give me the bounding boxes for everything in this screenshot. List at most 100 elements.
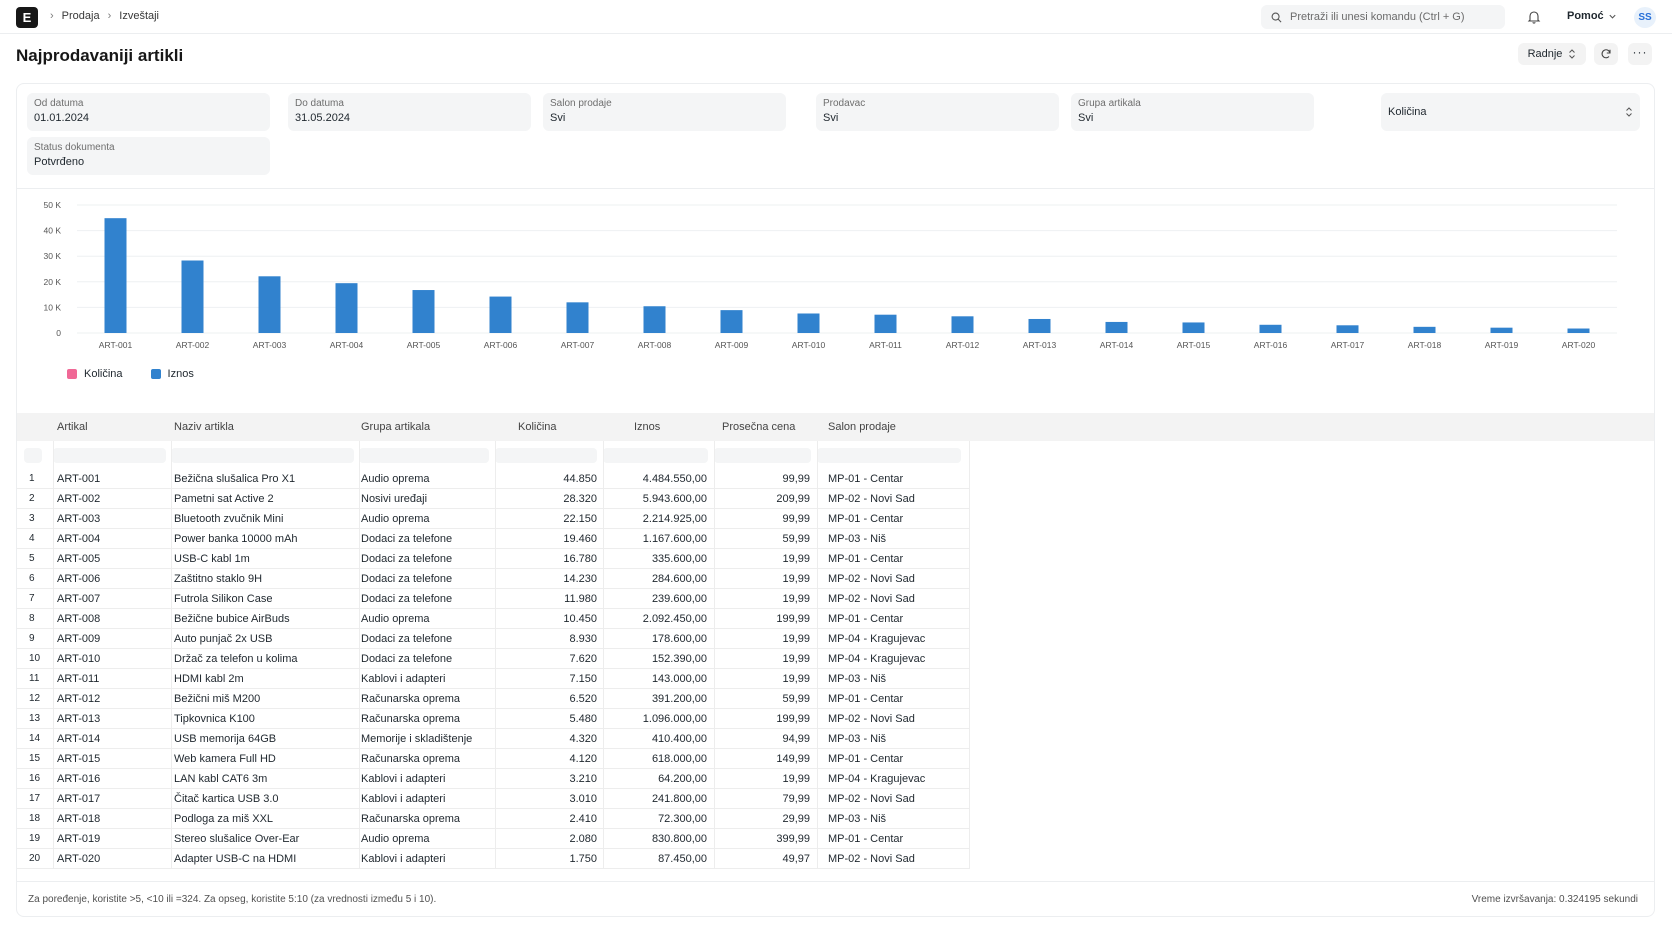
column-header-artikal[interactable]: Artikal (57, 421, 88, 433)
table-row[interactable]: 3 ART-003 Bluetooth zvučnik Mini Audio opre… (17, 509, 969, 529)
cell-amount: 2.214.925,00 (642, 513, 707, 525)
table-row[interactable]: 7 ART-007 Futrola Silikon Case Dodaci za te… (17, 589, 969, 609)
cell-store: MP-02 - Novi Sad (828, 493, 915, 505)
cell-store: MP-02 - Novi Sad (828, 713, 915, 725)
legend-item-kolicina[interactable]: Količina (67, 368, 123, 380)
column-header-salon[interactable]: Salon prodaje (828, 421, 896, 433)
help-dropdown[interactable]: Pomoć (1567, 10, 1617, 22)
breadcrumb-item-izvestaji[interactable]: Izveštaji (119, 10, 159, 22)
x-tick-label: ART-018 (1408, 340, 1442, 350)
search-input[interactable]: Pretraži ili unesi komandu (Ctrl + G) (1261, 5, 1505, 29)
table-row[interactable]: 1 ART-001 Bežična slušalica Pro X1 Audio op… (17, 469, 969, 489)
column-filter-input[interactable] (495, 448, 597, 463)
table-row[interactable]: 14 ART-014 USB memorija 64GB Memorije i skl… (17, 729, 969, 749)
column-filter-input[interactable] (24, 448, 42, 463)
filter-item-group[interactable]: Grupa artikala Svi (1071, 93, 1314, 131)
table-row[interactable]: 11 ART-011 HDMI kabl 2m Kablovi i adapteri 7… (17, 669, 969, 689)
table-row[interactable]: 13 ART-013 Tipkovnica K100 Računarska oprem… (17, 709, 969, 729)
x-tick-label: ART-001 (99, 340, 133, 350)
column-filter-input[interactable] (359, 448, 489, 463)
table-row[interactable]: 2 ART-002 Pametni sat Active 2 Nosivi uređa… (17, 489, 969, 509)
refresh-button[interactable] (1594, 43, 1618, 65)
column-header-iznos[interactable]: Iznos (634, 421, 660, 433)
cell-row-index: 14 (29, 733, 41, 744)
chart-legend: Količina Iznos (67, 368, 194, 380)
cell-amount: 241.800,00 (651, 793, 707, 805)
column-header-grupa[interactable]: Grupa artikala (361, 421, 430, 433)
filter-document-status[interactable]: Status dokumenta Potvrđeno (27, 137, 270, 175)
table-row[interactable]: 20 ART-020 Adapter USB-C na HDMI Kablovi i … (17, 849, 969, 869)
cell-amount: 391.200,00 (651, 693, 707, 705)
cell-item-group: Kablovi i adapteri (361, 793, 446, 805)
table-row[interactable]: 5 ART-005 USB-C kabl 1m Dodaci za telefone 1… (17, 549, 969, 569)
x-tick-label: ART-015 (1177, 340, 1211, 350)
x-tick-label: ART-004 (330, 340, 364, 350)
table-row[interactable]: 6 ART-006 Zaštitno staklo 9H Dodaci za tele… (17, 569, 969, 589)
avatar[interactable]: SS (1634, 7, 1656, 28)
cell-item-group: Dodaci za telefone (361, 553, 453, 565)
cell-quantity: 3.010 (569, 793, 597, 805)
column-header-kolicina[interactable]: Količina (518, 421, 557, 433)
cell-amount: 2.092.450,00 (642, 613, 707, 625)
chevron-right-icon: › (50, 10, 54, 22)
cell-amount: 618.000,00 (651, 753, 707, 765)
column-filter-input[interactable] (817, 448, 961, 463)
actions-button[interactable]: Radnje (1518, 43, 1586, 65)
cell-row-index: 1 (29, 473, 35, 484)
filter-from-date[interactable]: Od datuma 01.01.2024 (27, 93, 270, 131)
table-row[interactable]: 16 ART-016 LAN kabl CAT6 3m Kablovi i adapt… (17, 769, 969, 789)
table-row[interactable]: 10 ART-010 Držač za telefon u kolima Dodaci… (17, 649, 969, 669)
cell-item-name: Auto punjač 2x USB (174, 633, 273, 645)
table-row[interactable]: 8 ART-008 Bežične bubice AirBuds Audio opre… (17, 609, 969, 629)
cell-item-name: Zaštitno staklo 9H (174, 573, 263, 585)
cell-amount: 335.600,00 (651, 553, 707, 565)
table-row[interactable]: 9 ART-009 Auto punjač 2x USB Dodaci za tele… (17, 629, 969, 649)
cell-item-name: HDMI kabl 2m (174, 673, 244, 685)
table-row[interactable]: 19 ART-019 Stereo slušalice Over-Ear Audio … (17, 829, 969, 849)
notification-bell-icon[interactable] (1527, 10, 1541, 27)
cell-avg-price: 19,99 (782, 553, 810, 565)
column-divider (714, 441, 715, 869)
filter-salesperson[interactable]: Prodavac Svi (816, 93, 1059, 131)
cell-item-code: ART-005 (57, 553, 101, 565)
y-tick-label: 0 (56, 328, 61, 338)
table-row[interactable]: 4 ART-004 Power banka 10000 mAh Dodaci za t… (17, 529, 969, 549)
cell-avg-price: 149,99 (776, 753, 810, 765)
cell-item-group: Nosivi uređaji (361, 493, 428, 505)
column-filter-input[interactable] (714, 448, 811, 463)
cell-avg-price: 19,99 (782, 633, 810, 645)
cell-item-name: USB-C kabl 1m (174, 553, 250, 565)
cell-avg-price: 19,99 (782, 573, 810, 585)
y-tick-label: 10 K (44, 302, 62, 312)
filter-store[interactable]: Salon prodaje Svi (543, 93, 786, 131)
column-filter-input[interactable] (53, 448, 166, 463)
column-header-prosecna-cena[interactable]: Prosečna cena (722, 421, 795, 433)
column-filter-input[interactable] (603, 448, 708, 463)
table-row[interactable]: 12 ART-012 Bežični miš M200 Računarska opre… (17, 689, 969, 709)
cell-amount: 5.943.600,00 (642, 493, 707, 505)
filter-value: Potvrđeno (34, 156, 85, 168)
filter-to-date[interactable]: Do datuma 31.05.2024 (288, 93, 531, 131)
x-tick-label: ART-002 (176, 340, 210, 350)
cell-amount: 152.390,00 (651, 653, 707, 665)
table-row[interactable]: 17 ART-017 Čitač kartica USB 3.0 Kablovi i … (17, 789, 969, 809)
table-row[interactable]: 15 ART-015 Web kamera Full HD Računarska op… (17, 749, 969, 769)
table-row[interactable]: 18 ART-018 Podloga za miš XXL Računarska op… (17, 809, 969, 829)
column-divider (603, 441, 604, 869)
x-tick-label: ART-016 (1254, 340, 1288, 350)
filter-metric-select[interactable]: Količina (1381, 93, 1640, 131)
column-header-naziv[interactable]: Naziv artikla (174, 421, 234, 433)
cell-item-code: ART-017 (57, 793, 101, 805)
cell-store: MP-01 - Centar (828, 833, 904, 845)
legend-item-iznos[interactable]: Iznos (150, 368, 194, 380)
cell-amount: 143.000,00 (651, 673, 707, 685)
app-logo[interactable]: E (16, 7, 38, 28)
filter-label: Salon prodaje (550, 98, 612, 109)
breadcrumb-item-prodaja[interactable]: Prodaja (62, 10, 100, 22)
cell-item-name: Bežični miš M200 (174, 693, 261, 705)
more-options-button[interactable]: ··· (1628, 43, 1652, 65)
search-placeholder: Pretraži ili unesi komandu (Ctrl + G) (1290, 11, 1465, 23)
cell-quantity: 19.460 (563, 533, 597, 545)
cell-amount: 64.200,00 (658, 773, 707, 785)
column-filter-input[interactable] (171, 448, 354, 463)
